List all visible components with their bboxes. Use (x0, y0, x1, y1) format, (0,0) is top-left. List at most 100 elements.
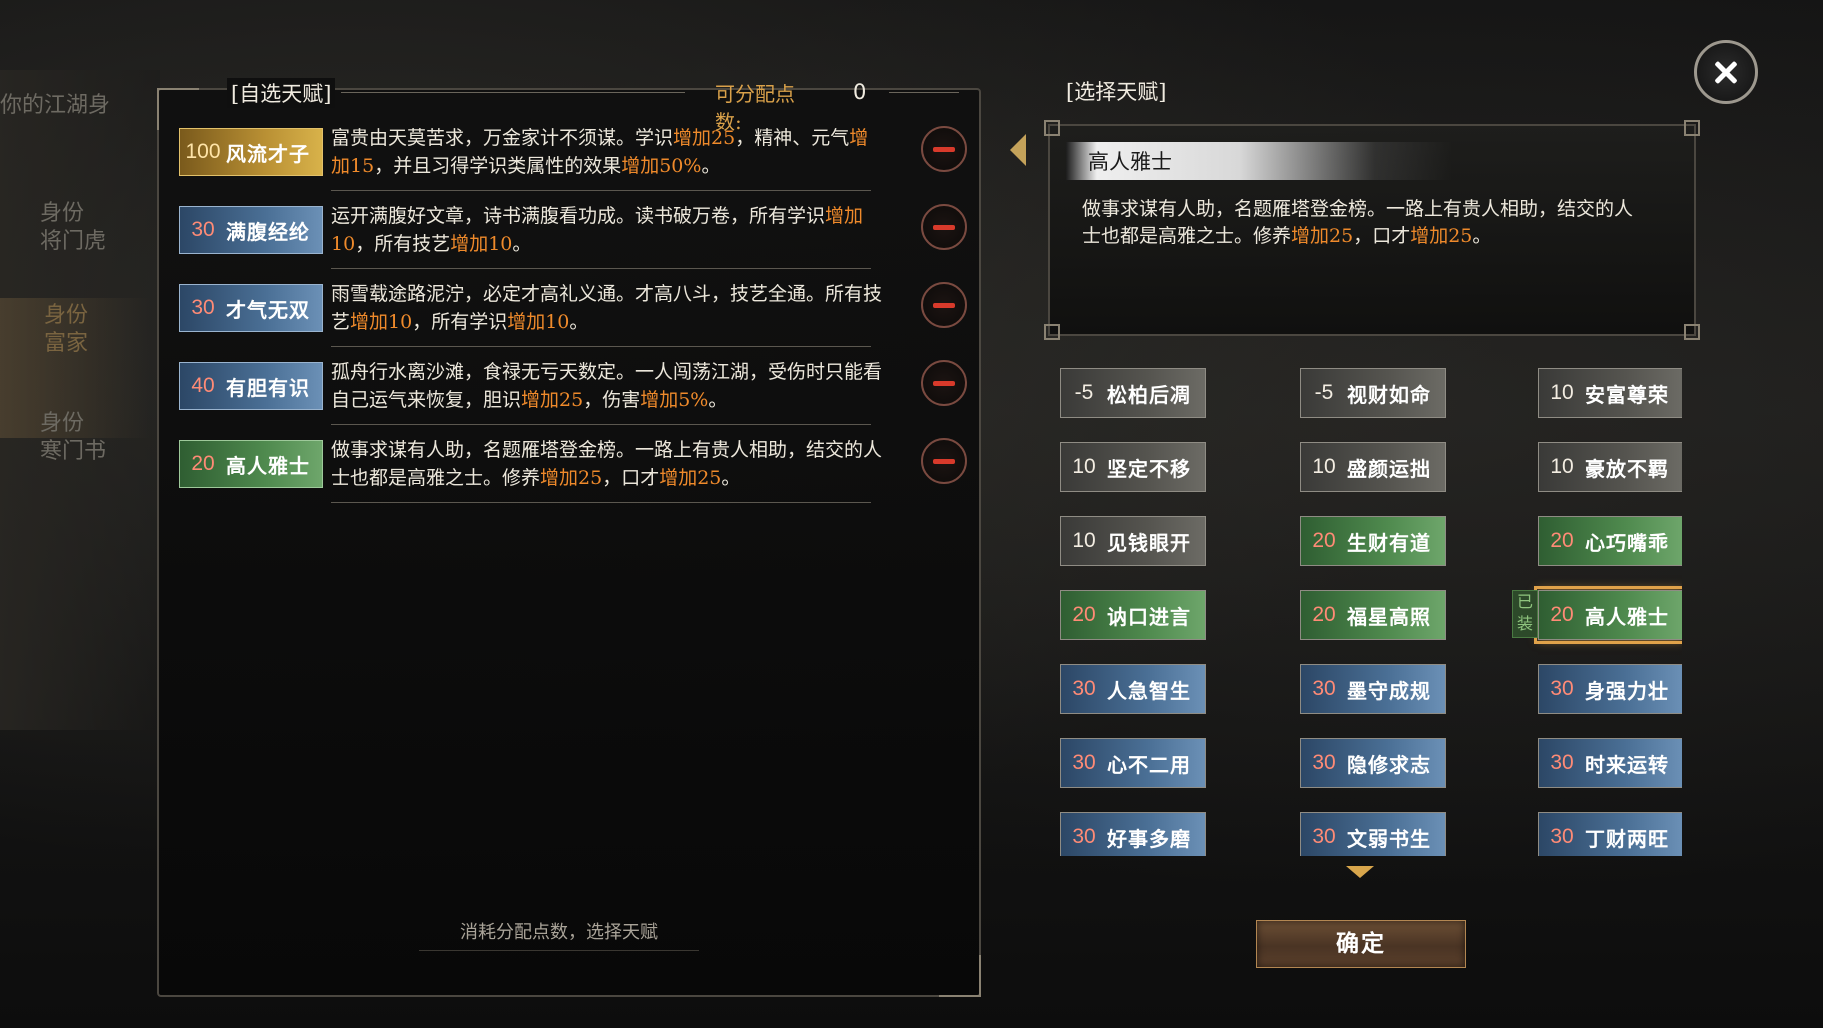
frame-corner (1684, 324, 1700, 340)
talent-name: 松柏后凋 (1107, 382, 1191, 407)
talent-cost: 30 (191, 296, 215, 319)
talent-name: 心巧嘴乖 (1585, 530, 1669, 555)
talent-cost: 30 (1072, 677, 1096, 700)
row-divider (331, 268, 871, 269)
talent-cost: 30 (1550, 677, 1574, 700)
talent-option[interactable]: 10 见钱眼开 (1060, 516, 1206, 566)
stat-bonus-text: 增加5% (640, 389, 709, 411)
bg-identity-name: 富家 (44, 331, 89, 356)
bg-title-fragment: 你的江湖身 (0, 93, 111, 118)
talent-description: 运开满腹好文章，诗书满腹看功成。读书破万卷，所有学识增加10，所有技艺增加10。 (331, 202, 886, 258)
talent-cost: 30 (1312, 677, 1336, 700)
talent-option[interactable]: 30 文弱书生 (1300, 812, 1446, 856)
talent-option[interactable]: 30 隐修求志 (1300, 738, 1446, 788)
close-icon[interactable] (1694, 40, 1758, 104)
bg-identity-label: 身份 (44, 303, 89, 328)
talent-description: 富贵由天莫苦求，万金家计不须谋。学识增加25，精神、元气增加15，并且习得学识类… (331, 124, 886, 180)
talent-cost: 10 (1072, 455, 1096, 478)
talent-option[interactable]: 30 人急智生 (1060, 664, 1206, 714)
talent-tag[interactable]: 100 风流才子 (179, 128, 323, 176)
points-value: 0 (853, 80, 867, 104)
confirm-button[interactable]: 确定 (1256, 920, 1466, 968)
remove-talent-button[interactable] (921, 360, 967, 406)
talent-cost: 20 (1550, 529, 1574, 552)
talent-name: 心不二用 (1107, 752, 1191, 777)
talent-cost: 10 (1550, 381, 1574, 404)
talent-option[interactable]: 20 生财有道 (1300, 516, 1446, 566)
description-text: 富贵由天莫苦求，万金家计不须谋。学识 (331, 127, 674, 149)
bg-identity-label: 身份 (40, 411, 85, 436)
stat-bonus-text: 增加25 (521, 389, 584, 411)
talent-name: 豪放不羁 (1585, 456, 1669, 481)
talent-tag[interactable]: 20 高人雅士 (179, 440, 323, 488)
remove-talent-button[interactable] (921, 204, 967, 250)
talent-option[interactable]: 30 身强力壮 (1538, 664, 1682, 714)
talent-option[interactable]: 20 福星高照 (1300, 590, 1446, 640)
talent-option[interactable]: 20 高人雅士 (1534, 586, 1682, 644)
talent-option[interactable]: 10 坚定不移 (1060, 442, 1206, 492)
detail-talent-description: 做事求谋有人助，名题雁塔登金榜。一路上有贵人相助，结交的人士也都是高雅之士。修养… (1082, 196, 1642, 250)
description-text: 。 (721, 467, 741, 489)
talent-option[interactable]: 30 好事多磨 (1060, 812, 1206, 856)
talent-option[interactable]: 20 讷口进言 (1060, 590, 1206, 640)
talent-cost: 20 (191, 452, 215, 475)
stat-bonus-text: 增加25 (540, 467, 603, 489)
talent-name: 有胆有识 (226, 375, 310, 400)
talent-detail-card: 高人雅士 做事求谋有人助，名题雁塔登金榜。一路上有贵人相助，结交的人士也都是高雅… (1044, 120, 1700, 340)
stat-bonus-text: 增加50% (621, 155, 702, 177)
description-text: ，口才 (602, 467, 660, 489)
remove-talent-button[interactable] (921, 282, 967, 328)
talent-name: 讷口进言 (1107, 604, 1191, 629)
talent-option[interactable]: 10 豪放不羁 (1538, 442, 1682, 492)
row-divider (331, 502, 871, 503)
row-divider (331, 424, 871, 425)
detail-talent-name: 高人雅士 (1088, 150, 1172, 174)
arrow-left-icon[interactable] (1010, 134, 1026, 166)
talent-name: 高人雅士 (226, 453, 310, 478)
talent-cost: 30 (1312, 825, 1336, 848)
talent-cost: -5 (1314, 381, 1334, 404)
choose-talent-title: [选择天赋] (1066, 80, 1167, 104)
description-text: 。 (1472, 225, 1492, 247)
bg-identity-name: 将门虎 (40, 229, 107, 254)
talent-cost: 30 (1550, 825, 1574, 848)
talent-option[interactable]: 20 心巧嘴乖 (1538, 516, 1682, 566)
talent-name: 墨守成规 (1347, 678, 1431, 703)
talent-grid: -5 松柏后凋 -5 视财如命 10 安富尊荣 10 坚定不移 10 盛颜运拙 10 豪放不羁 10 见钱… (1060, 368, 1682, 856)
talent-name: 风流才子 (226, 141, 310, 166)
talent-option[interactable]: 10 安富尊荣 (1538, 368, 1682, 418)
row-divider (331, 346, 871, 347)
chevron-down-icon[interactable] (1346, 866, 1374, 878)
talent-option[interactable]: 30 心不二用 (1060, 738, 1206, 788)
talent-name: 生财有道 (1347, 530, 1431, 555)
talent-name: 隐修求志 (1347, 752, 1431, 777)
talent-name: 时来运转 (1585, 752, 1669, 777)
remove-talent-button[interactable] (921, 126, 967, 172)
talent-cost: 20 (1312, 529, 1336, 552)
background-identity-list: 你的江湖身 身份 将门虎 身份 富家 身份 寒门书 (0, 70, 160, 730)
frame-corner (1044, 324, 1060, 340)
talent-option[interactable]: 10 盛颜运拙 (1300, 442, 1446, 492)
talent-name: 身强力壮 (1585, 678, 1669, 703)
talent-tag[interactable]: 40 有胆有识 (179, 362, 323, 410)
talent-description: 做事求谋有人助，名题雁塔登金榜。一路上有贵人相助，结交的人士也都是高雅之士。修养… (331, 436, 886, 492)
talent-cost: 40 (191, 374, 215, 397)
talent-name: 见钱眼开 (1107, 530, 1191, 555)
row-divider (331, 190, 871, 191)
talent-option[interactable]: -5 松柏后凋 (1060, 368, 1206, 418)
talent-name: 好事多磨 (1107, 826, 1191, 851)
stat-bonus-text: 增加25 (1291, 225, 1354, 247)
divider (341, 92, 685, 93)
equipped-badge: 已装 (1512, 590, 1538, 638)
talent-tag[interactable]: 30 满腹经纶 (179, 206, 323, 254)
talent-option[interactable]: -5 视财如命 (1300, 368, 1446, 418)
talent-name: 满腹经纶 (226, 219, 310, 244)
description-text: ，所有技艺 (355, 233, 451, 255)
talent-tag[interactable]: 30 才气无双 (179, 284, 323, 332)
selected-talents-panel: [自选天赋] 可分配点数: 0 100 风流才子 富贵由天莫苦求，万金家计不须谋。学… (157, 78, 981, 997)
talent-option[interactable]: 30 丁财两旺 (1538, 812, 1682, 856)
remove-talent-button[interactable] (921, 438, 967, 484)
talent-description: 雨雪载途路泥泞，必定才高礼义通。才高八斗，技艺全通。所有技艺增加10，所有学识增… (331, 280, 886, 336)
talent-option[interactable]: 30 时来运转 (1538, 738, 1682, 788)
talent-option[interactable]: 30 墨守成规 (1300, 664, 1446, 714)
